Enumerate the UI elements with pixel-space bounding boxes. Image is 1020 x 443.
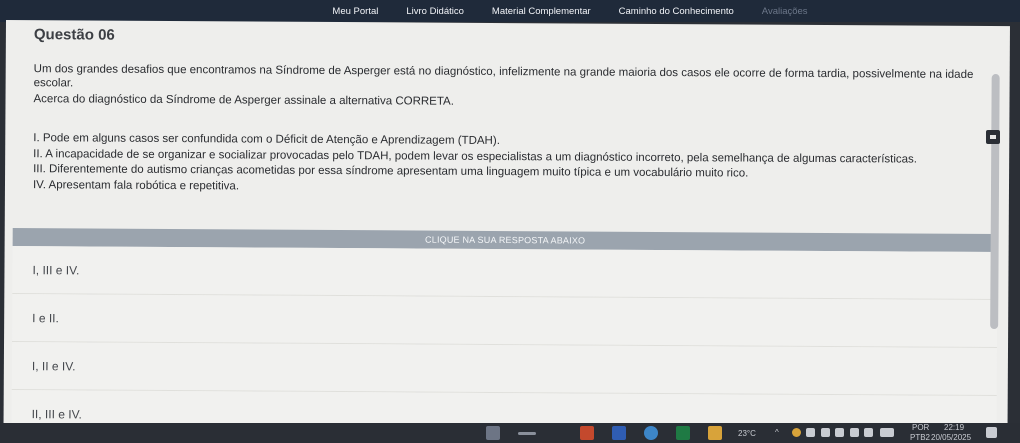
side-toggle-icon[interactable] [986, 130, 1000, 144]
chevron-up-icon[interactable]: ^ [775, 428, 779, 437]
answer-options: I, III e IV. I e II. I, II e IV. II, III… [11, 246, 998, 432]
question-intro: Um dos grandes desafios que encontramos … [33, 63, 974, 90]
taskbar-app-icon[interactable] [486, 426, 500, 440]
nav-meu-portal[interactable]: Meu Portal [318, 6, 392, 17]
pen-icon[interactable] [850, 428, 859, 437]
question-prompt: Acerca do diagnóstico da Síndrome de Asp… [33, 93, 454, 108]
word-icon[interactable] [612, 426, 626, 440]
taskbar-app-icon[interactable] [708, 426, 722, 440]
answer-option-b[interactable]: I e II. [12, 294, 998, 349]
nav-livro-didatico[interactable]: Livro Didático [392, 6, 478, 17]
tray-icon[interactable] [864, 428, 873, 437]
tray-icon[interactable] [806, 428, 815, 437]
scrollbar-thumb[interactable] [990, 74, 1000, 330]
taskbar-app-icon[interactable] [518, 432, 536, 435]
excel-icon[interactable] [676, 426, 690, 440]
question-title: Questão 06 [33, 26, 115, 44]
answer-option-c[interactable]: I, II e IV. [11, 342, 998, 397]
nav-avaliacoes[interactable]: Avaliações [748, 6, 822, 17]
browser-icon[interactable] [644, 426, 658, 440]
clock-date[interactable]: 20/05/2025 [931, 433, 971, 442]
clock-time[interactable]: 22:19 [944, 423, 964, 432]
top-navigation: Meu Portal Livro Didático Material Compl… [0, 0, 1020, 22]
question-panel: Questão 06 Um dos grandes desafios que e… [3, 20, 1010, 432]
question-body: Um dos grandes desafios que encontramos … [33, 62, 983, 114]
statement-list: I. Pode em alguns casos ser confundida c… [33, 131, 983, 199]
nav-caminho-conhecimento[interactable]: Caminho do Conhecimento [605, 6, 748, 17]
language-label[interactable]: POR [912, 423, 929, 432]
keyboard-layout-label[interactable]: PTB2 [910, 433, 930, 442]
answer-option-a[interactable]: I, III e IV. [12, 246, 998, 301]
volume-icon[interactable] [835, 428, 844, 437]
powerpoint-icon[interactable] [580, 426, 594, 440]
taskbar: 23°C ^ POR PTB2 22:19 20/05/2025 [0, 423, 1020, 443]
nav-material-complementar[interactable]: Material Complementar [478, 6, 605, 17]
notification-icon[interactable] [986, 427, 997, 438]
tray-icon[interactable] [792, 428, 801, 437]
keyboard-icon[interactable] [880, 428, 894, 437]
battery-icon[interactable] [821, 428, 830, 437]
temperature-label: 23°C [738, 429, 756, 438]
